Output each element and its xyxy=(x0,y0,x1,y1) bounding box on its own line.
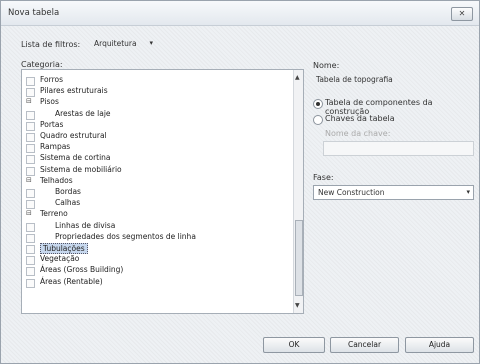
filter-label: Lista de filtros: xyxy=(21,40,81,49)
category-checkbox[interactable] xyxy=(26,200,35,210)
name-label: Nome: xyxy=(313,61,340,70)
category-item[interactable]: Áreas (Gross Building) xyxy=(22,265,292,277)
category-label: Portas xyxy=(40,119,64,129)
category-checkbox[interactable] xyxy=(26,267,35,277)
name-field[interactable]: Tabela de topografia xyxy=(313,72,474,87)
category-item[interactable]: Portas xyxy=(22,120,292,131)
category-item[interactable]: Pilares estruturais xyxy=(22,86,292,98)
category-item[interactable]: Bordas xyxy=(22,187,292,198)
radio-building-components[interactable] xyxy=(313,99,323,109)
category-item[interactable]: ⊟ Telhados xyxy=(22,176,292,187)
category-checkbox[interactable] xyxy=(26,245,35,254)
category-label: Vegetação xyxy=(40,254,80,264)
category-item[interactable]: Quadro estrutural xyxy=(22,131,292,142)
expander-icon[interactable]: ⊟ xyxy=(26,209,32,217)
categories-scrollbar[interactable]: ▲ ▼ xyxy=(293,70,303,313)
category-item[interactable]: Linhas de divisa xyxy=(22,221,292,232)
category-item[interactable]: Arestas de laje xyxy=(22,109,292,120)
close-icon[interactable]: ✕ xyxy=(451,7,473,21)
category-label: Áreas (Rentable) xyxy=(40,276,103,286)
category-label: Linhas de divisa xyxy=(55,220,116,230)
cancel-button[interactable]: Cancelar xyxy=(330,337,399,353)
category-item[interactable]: Vegetação xyxy=(22,254,292,266)
name-value: Tabela de topografia xyxy=(316,75,393,84)
category-checkbox[interactable] xyxy=(26,155,35,165)
category-item[interactable]: Rampas xyxy=(22,142,292,154)
category-checkbox[interactable] xyxy=(26,222,35,232)
category-checkbox[interactable] xyxy=(26,88,35,98)
category-checkbox[interactable] xyxy=(26,77,35,86)
category-item[interactable]: Sistema de cortina xyxy=(22,153,292,165)
category-item[interactable]: Sistema de mobiliário xyxy=(22,165,292,176)
categories-list[interactable]: Forros Pilares estruturais ⊟ Pisos Arestas d… xyxy=(21,69,304,314)
category-item[interactable]: ⊟ Pisos xyxy=(22,97,292,108)
category-label: Bordas xyxy=(55,187,81,196)
category-label: Quadro estrutural xyxy=(40,131,107,140)
scroll-up-icon[interactable]: ▲ xyxy=(295,74,300,81)
category-checkbox[interactable] xyxy=(26,144,35,154)
category-item[interactable]: ⊟ Terreno xyxy=(22,209,292,220)
expander-icon[interactable]: ⊟ xyxy=(26,97,32,105)
category-label: Terreno xyxy=(40,209,68,219)
radio-schedule-keys-label: Chaves da tabela xyxy=(325,114,395,123)
key-name-field xyxy=(323,141,474,156)
category-label: Forros xyxy=(40,75,64,84)
category-label: Tubulações xyxy=(40,243,88,254)
chevron-down-icon: ▾ xyxy=(466,188,470,196)
key-name-label: Nome da chave: xyxy=(325,129,391,138)
category-checkbox[interactable] xyxy=(26,278,35,288)
ok-button[interactable]: OK xyxy=(263,337,325,353)
title-bar: Nova tabela ✕ xyxy=(1,1,479,26)
category-checkbox[interactable] xyxy=(26,121,35,131)
category-checkbox[interactable] xyxy=(26,189,35,198)
category-label: Pisos xyxy=(40,97,59,107)
category-item[interactable]: Calhas xyxy=(22,198,292,210)
phase-dropdown[interactable]: New Construction ▾ xyxy=(313,185,474,200)
category-label: Arestas de laje xyxy=(55,108,111,118)
filter-dropdown[interactable]: Arquitetura ▾ xyxy=(89,36,157,51)
category-label: Pilares estruturais xyxy=(40,86,108,96)
category-item[interactable]: Forros xyxy=(22,75,292,86)
radio-schedule-keys[interactable] xyxy=(313,115,323,125)
categories-label: Categoria: xyxy=(21,60,63,69)
phase-label: Fase: xyxy=(313,173,334,182)
category-item[interactable]: Tubulações xyxy=(22,243,292,254)
category-item[interactable]: Áreas (Rentable) xyxy=(22,277,292,288)
help-button[interactable]: Ajuda xyxy=(405,337,474,353)
filter-value: Arquitetura xyxy=(94,39,137,48)
new-schedule-dialog: Nova tabela ✕ Lista de filtros: Arquitet… xyxy=(0,0,480,364)
expander-icon[interactable]: ⊟ xyxy=(26,176,32,184)
category-checkbox[interactable] xyxy=(26,133,35,142)
category-label: Propriedades dos segmentos de linha xyxy=(55,231,196,241)
window-title: Nova tabela xyxy=(8,8,60,18)
category-label: Rampas xyxy=(40,142,71,152)
category-label: Calhas xyxy=(55,198,81,208)
phase-value: New Construction xyxy=(318,188,385,197)
scroll-down-icon[interactable]: ▼ xyxy=(295,302,300,309)
category-label: Áreas (Gross Building) xyxy=(40,265,124,275)
category-checkbox[interactable] xyxy=(26,166,35,176)
category-label: Sistema de mobiliário xyxy=(40,164,122,174)
category-label: Sistema de cortina xyxy=(40,153,111,163)
category-checkbox[interactable] xyxy=(26,233,35,243)
category-label: Telhados xyxy=(40,175,73,185)
category-checkbox[interactable] xyxy=(26,110,35,120)
scroll-thumb[interactable] xyxy=(295,220,303,296)
chevron-down-icon: ▾ xyxy=(149,39,153,47)
category-item[interactable]: Propriedades dos segmentos de linha xyxy=(22,232,292,243)
category-checkbox[interactable] xyxy=(26,256,35,266)
